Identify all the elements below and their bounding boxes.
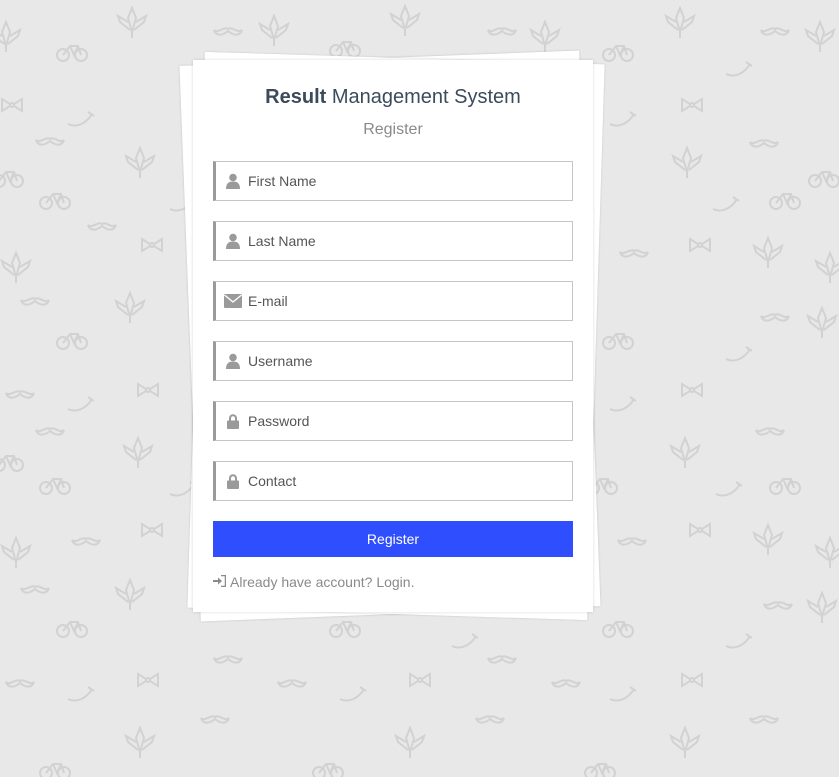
register-card: Result Management System Register First … [193,60,593,612]
last-name-input[interactable] [248,223,568,259]
first-name-field[interactable] [213,161,573,201]
email-input[interactable] [248,283,568,319]
page-subtitle: Register [363,121,423,138]
envelope-icon [218,282,248,320]
login-link-text: Already have account? Login. [230,574,415,590]
password-field[interactable] [213,401,573,441]
login-link[interactable]: Already have account? Login. [213,574,414,590]
last-name-field[interactable] [213,221,573,261]
contact-input[interactable] [248,463,568,499]
user-icon [218,222,248,260]
sign-in-icon [213,574,227,590]
lock-icon [218,462,248,500]
title-rest: Management System [326,86,521,108]
title-bold: Result [265,86,327,108]
first-name-input[interactable] [248,163,568,199]
username-field[interactable] [213,341,573,381]
user-icon [218,342,248,380]
username-input[interactable] [248,343,568,379]
register-button[interactable]: Register [213,521,573,557]
password-input[interactable] [248,403,568,439]
page-title: Result Management System [193,86,593,109]
user-icon [218,162,248,200]
lock-icon [218,402,248,440]
email-field[interactable] [213,281,573,321]
contact-field[interactable] [213,461,573,501]
